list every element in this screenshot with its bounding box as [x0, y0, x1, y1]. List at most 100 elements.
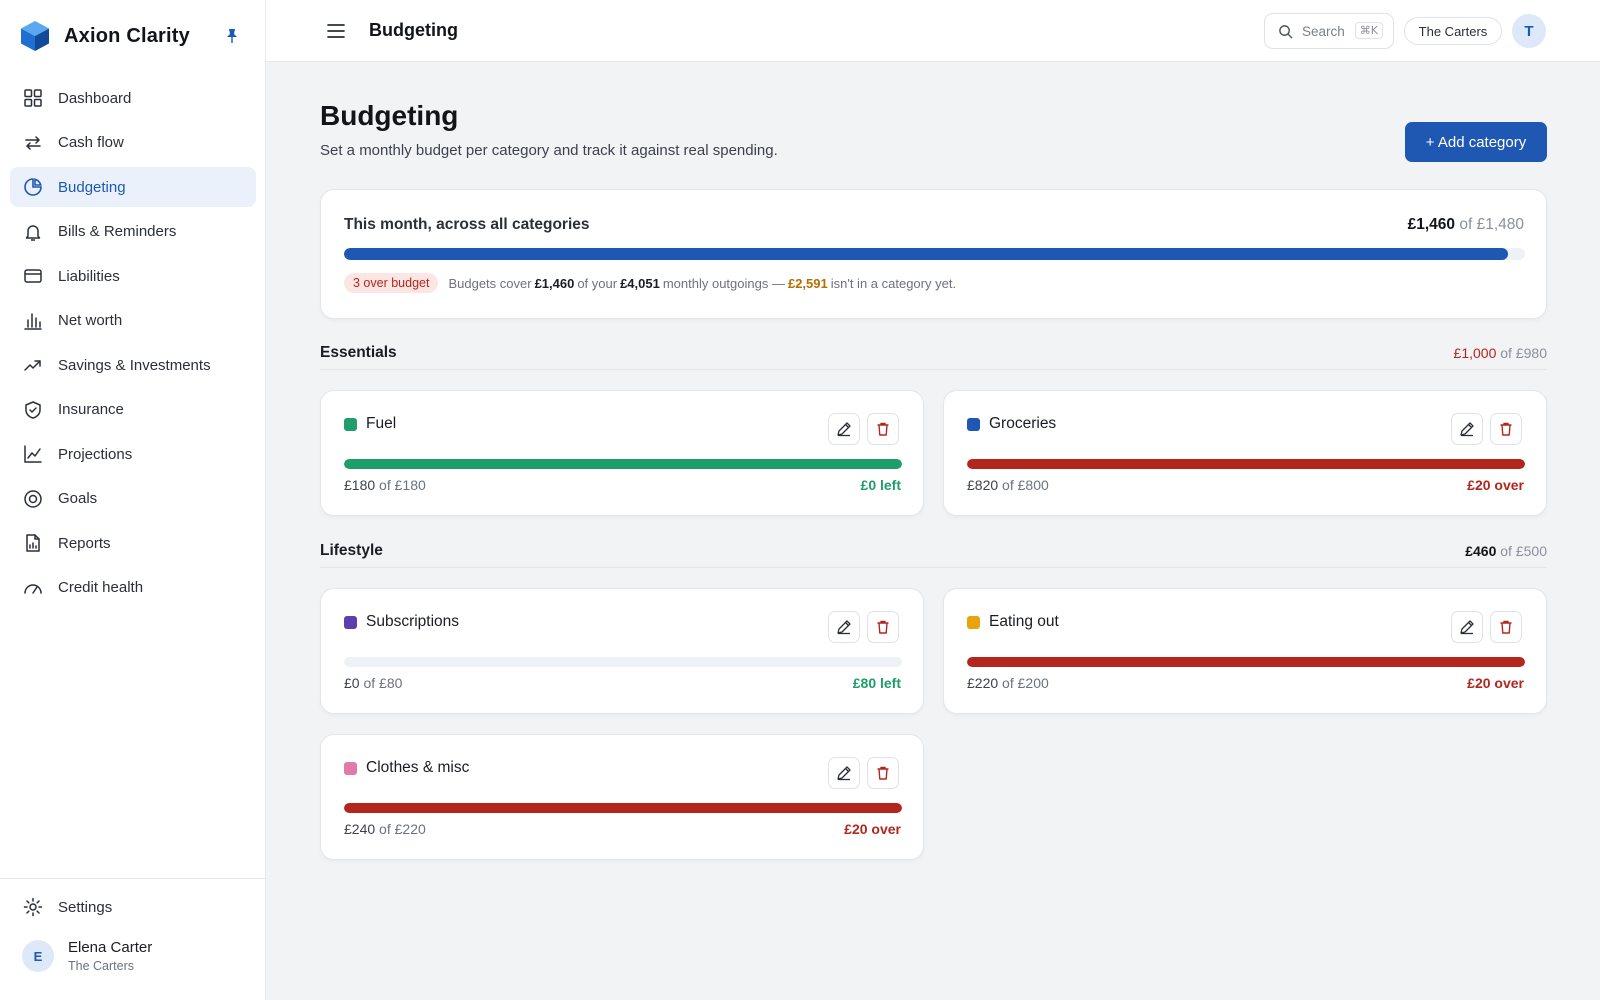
- category-of: of: [363, 675, 376, 691]
- category-of: of: [379, 821, 391, 837]
- category-of: of: [379, 477, 391, 493]
- category-color-dot: [967, 616, 980, 629]
- category-card-fuel: Fuel £180 of £180 £0 left: [320, 390, 924, 516]
- over-budget-badge: 3 over budget: [344, 273, 439, 293]
- app-name: Axion Clarity: [64, 24, 190, 47]
- topbar-title: Budgeting: [369, 20, 458, 40]
- section-total: £1,000 of £980: [1454, 345, 1547, 361]
- sidebar-item-credit-health[interactable]: Credit health: [10, 568, 256, 608]
- sidebar-footer: Settings E Elena Carter The Carters: [0, 878, 266, 1000]
- target-icon: [23, 489, 43, 509]
- trash-icon: [877, 620, 889, 634]
- trend-icon: [23, 355, 43, 375]
- card-icon: [23, 266, 43, 286]
- sidebar-item-net-worth[interactable]: Net worth: [10, 301, 256, 341]
- bar-chart-icon: [23, 311, 43, 331]
- section-header-lifestyle: Lifestyle £460 of £500: [320, 542, 1547, 568]
- sidebar-item-cash-flow[interactable]: Cash flow: [10, 123, 256, 163]
- delete-button[interactable]: [1490, 611, 1522, 643]
- category-budget: £80: [379, 675, 403, 691]
- category-amount: £220 of £200: [967, 675, 1049, 691]
- avatar: E: [22, 940, 54, 972]
- category-status: £20 over: [844, 821, 901, 837]
- pin-icon[interactable]: [224, 28, 240, 44]
- sidebar-item-label: Dashboard: [58, 89, 132, 107]
- search-icon: [1279, 24, 1293, 38]
- avatar[interactable]: T: [1512, 14, 1546, 48]
- category-card-eating-out: Eating out £220 of £200 £20 over: [943, 588, 1547, 714]
- category-status: £0 left: [860, 477, 901, 493]
- sidebar-item-insurance[interactable]: Insurance: [10, 390, 256, 430]
- category-progress-fill: [967, 459, 1525, 469]
- trash-icon: [877, 766, 889, 780]
- sidebar-item-bills[interactable]: Bills & Reminders: [10, 212, 256, 252]
- sidebar-item-label: Net worth: [58, 312, 123, 329]
- edit-button[interactable]: [1451, 413, 1483, 445]
- sidebar-item-dashboard[interactable]: Dashboard: [10, 78, 256, 118]
- section-total: £460 of £500: [1465, 543, 1547, 559]
- edit-button[interactable]: [1451, 611, 1483, 643]
- sidebar-item-label: Projections: [58, 445, 133, 463]
- delete-button[interactable]: [1490, 413, 1522, 445]
- topbar: Budgeting Search ⌘K The Carters T: [266, 0, 1600, 62]
- delete-button[interactable]: [867, 413, 899, 445]
- delete-button[interactable]: [867, 611, 899, 643]
- gauge-icon: [23, 578, 43, 598]
- sidebar-item-goals[interactable]: Goals: [10, 479, 256, 519]
- menu-icon[interactable]: [326, 21, 346, 41]
- pie-icon: [23, 177, 43, 197]
- category-color-dot: [344, 418, 357, 431]
- sidebar-item-reports[interactable]: Reports: [10, 523, 256, 563]
- note-mid2: monthly outgoings —: [662, 275, 785, 291]
- section-name: Lifestyle: [320, 542, 383, 559]
- add-category-button[interactable]: + Add category: [1405, 122, 1547, 162]
- category-budget: £220: [394, 821, 426, 837]
- bell-icon: [23, 222, 43, 242]
- brand[interactable]: Axion Clarity: [20, 20, 250, 52]
- summary-title: This month, across all categories: [344, 216, 590, 233]
- summary-budget: £1,480: [1476, 216, 1524, 233]
- category-progress-bar: [967, 657, 1525, 667]
- summary-spent: £1,460: [1407, 216, 1456, 233]
- summary-of: of: [1459, 216, 1473, 233]
- user-profile[interactable]: E Elena Carter The Carters: [22, 939, 152, 973]
- edit-button[interactable]: [828, 611, 860, 643]
- category-progress-fill: [344, 459, 902, 469]
- sidebar-item-label: Bills & Reminders: [58, 223, 177, 240]
- delete-button[interactable]: [867, 757, 899, 789]
- summary-card: This month, across all categories £1,460…: [320, 189, 1547, 319]
- category-budget: £180: [394, 477, 426, 493]
- category-name: Subscriptions: [366, 613, 460, 630]
- edit-button[interactable]: [828, 413, 860, 445]
- sidebar-nav: Dashboard Cash flow Budgeting Bills & Re…: [10, 78, 256, 612]
- category-progress-bar: [344, 657, 902, 667]
- pencil-icon: [837, 422, 851, 437]
- sidebar-item-liabilities[interactable]: Liabilities: [10, 256, 256, 296]
- gear-icon: [23, 897, 43, 917]
- edit-button[interactable]: [828, 757, 860, 789]
- category-of: of: [1002, 477, 1014, 493]
- sidebar-item-label: Insurance: [58, 401, 124, 418]
- category-budget: £800: [1017, 477, 1049, 493]
- category-spent: £180: [344, 477, 376, 493]
- section-header-essentials: Essentials £1,000 of £980: [320, 344, 1547, 370]
- line-chart-icon: [23, 444, 43, 464]
- page-title: Budgeting: [320, 100, 459, 131]
- category-spent: £820: [967, 477, 999, 493]
- sidebar-item-settings[interactable]: Settings: [10, 887, 256, 927]
- household-switcher[interactable]: The Carters: [1404, 17, 1502, 45]
- category-color-dot: [344, 616, 357, 629]
- trash-icon: [1500, 620, 1512, 634]
- category-spent: £0: [344, 675, 360, 691]
- category-amount: £820 of £800: [967, 477, 1049, 493]
- pencil-icon: [1460, 620, 1474, 635]
- sidebar-item-budgeting[interactable]: Budgeting: [10, 167, 256, 207]
- section-budget: £980: [1515, 345, 1547, 361]
- search-input[interactable]: Search ⌘K: [1264, 13, 1394, 49]
- sidebar-item-projections[interactable]: Projections: [10, 434, 256, 474]
- pencil-icon: [837, 766, 851, 781]
- category-progress-bar: [344, 459, 902, 469]
- summary-progress-bar: [344, 248, 1525, 260]
- sidebar-item-label: Budgeting: [58, 178, 126, 196]
- sidebar-item-savings[interactable]: Savings & Investments: [10, 345, 256, 385]
